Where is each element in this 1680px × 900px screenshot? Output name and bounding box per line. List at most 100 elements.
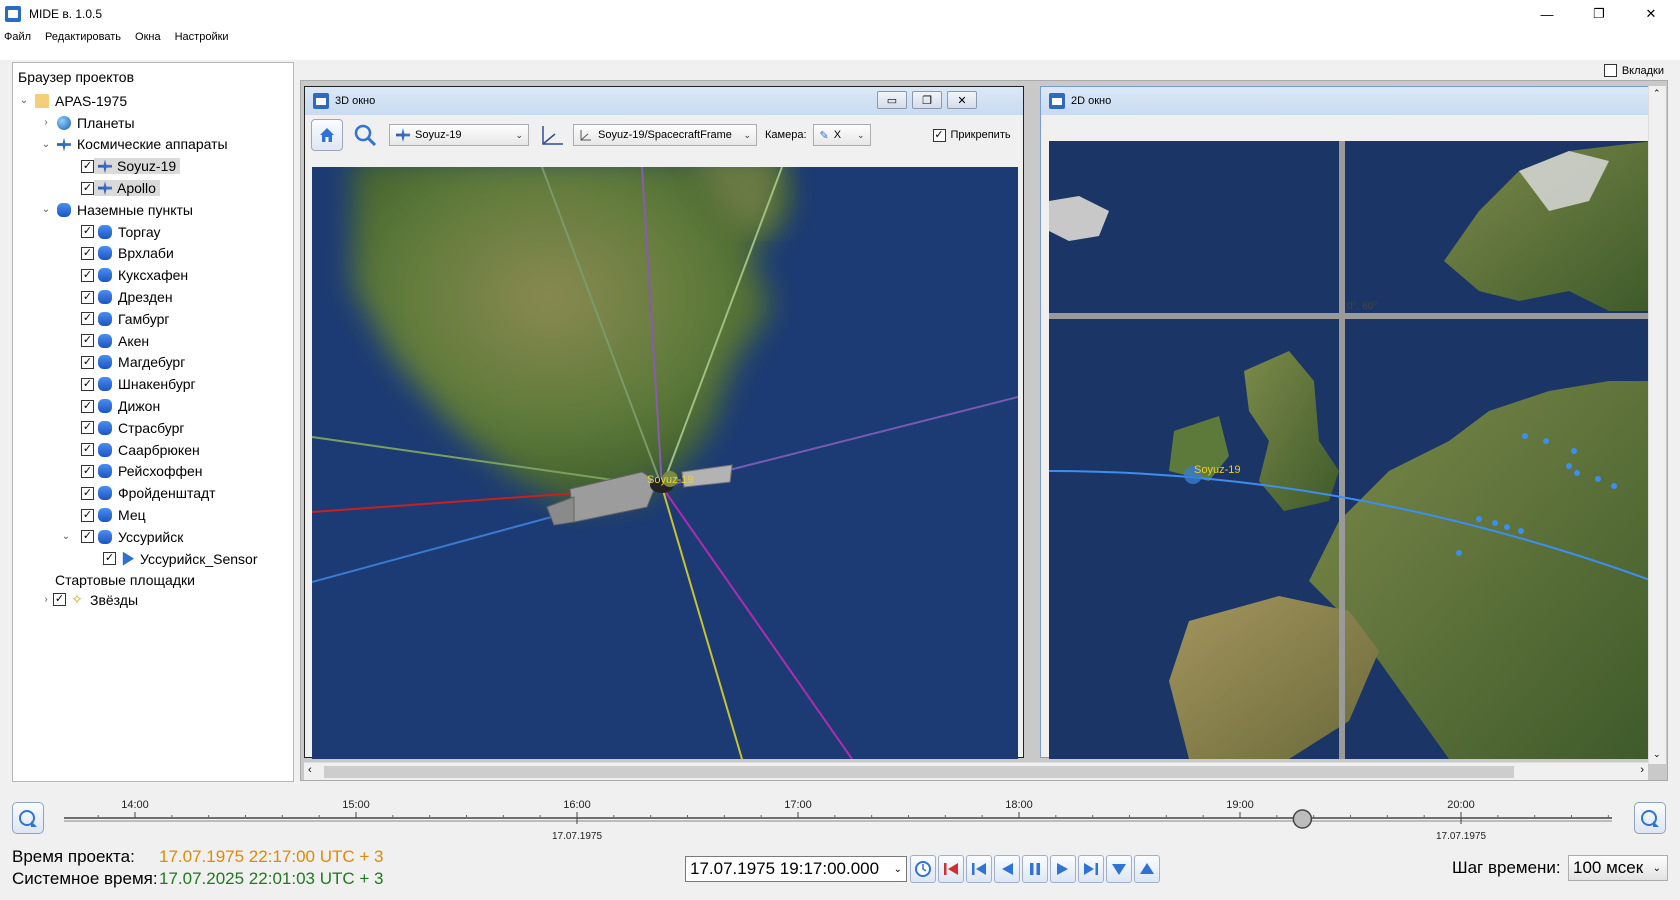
- scroll-up-icon[interactable]: ⌃: [1653, 88, 1661, 99]
- time-step-select[interactable]: 100 мсек ⌄: [1568, 855, 1668, 881]
- datetime-input[interactable]: 17.07.1975 19:17:00.000 ⌄: [685, 856, 907, 882]
- axes-icon[interactable]: [539, 122, 565, 148]
- object-combo[interactable]: Soyuz-19 ⌄: [389, 124, 529, 146]
- timeline[interactable]: 14:00 15:00 16:00 17:00 18:00 19:00 20:00 17.07…: [0, 790, 1680, 850]
- expand-arrow-icon[interactable]: ⌄: [59, 531, 73, 542]
- tree-label: Дрезден: [118, 289, 173, 306]
- expand-arrow-icon[interactable]: ⌄: [17, 95, 31, 106]
- tree-item-ground-station[interactable]: ✓ Гамбург: [13, 308, 293, 330]
- ground-station-checkbox[interactable]: ✓: [81, 246, 94, 260]
- attach-checkbox[interactable]: ✓: [932, 128, 946, 142]
- window-3d-close-button[interactable]: ✕: [947, 91, 977, 109]
- tree-item-stars[interactable]: › ✓ ✧ Звёзды: [13, 590, 293, 610]
- step-back-button[interactable]: [966, 855, 992, 883]
- spacecraft-entry[interactable]: Apollo: [94, 180, 160, 197]
- frame-combo[interactable]: Soyuz-19/SpacecraftFrame ⌄: [573, 124, 757, 146]
- go-to-start-button[interactable]: [938, 855, 964, 883]
- scroll-down-icon[interactable]: ⌄: [1653, 749, 1661, 760]
- play-backward-button[interactable]: [994, 855, 1020, 883]
- ground-station-checkbox[interactable]: ✓: [81, 508, 94, 522]
- spacecraft-checkbox[interactable]: ✓: [81, 181, 94, 195]
- step-forward-button[interactable]: [1078, 855, 1104, 883]
- tree-item-ground-station[interactable]: ✓ Куксхафен: [13, 264, 293, 286]
- tree-item-ground-station[interactable]: ✓ Дижон: [13, 395, 293, 417]
- window-3d-minimize-button[interactable]: ▭: [877, 91, 907, 109]
- scroll-right-icon[interactable]: ›: [1640, 764, 1644, 776]
- folder-icon: [35, 93, 49, 108]
- tree-item-ground-station[interactable]: ⌄ ✓ Уссурийск: [13, 526, 293, 548]
- ground-station-checkbox[interactable]: ✓: [81, 464, 94, 478]
- speed-up-button[interactable]: [1134, 855, 1160, 883]
- camera-combo[interactable]: ✎ X ⌄: [812, 124, 871, 146]
- ground-station-checkbox[interactable]: ✓: [81, 225, 94, 239]
- expand-arrow-icon[interactable]: ⌄: [39, 204, 53, 215]
- time-step-label: Шаг времени:: [1452, 858, 1561, 877]
- tree-item-planets[interactable]: › Планеты: [13, 112, 293, 134]
- window-2d-titlebar[interactable]: 2D окно: [1041, 87, 1659, 115]
- ground-station-checkbox[interactable]: ✓: [81, 334, 94, 348]
- ground-station-checkbox[interactable]: ✓: [81, 290, 94, 304]
- window-3d-maximize-button[interactable]: ❐: [912, 91, 942, 109]
- menu-windows[interactable]: Окна: [135, 31, 161, 43]
- ground-station-checkbox[interactable]: ✓: [81, 312, 94, 326]
- menu-file[interactable]: Файл: [4, 31, 31, 43]
- home-button[interactable]: [311, 119, 343, 151]
- tree-item-ground-station[interactable]: ✓ Врхлаби: [13, 243, 293, 265]
- tree-item-ground-station[interactable]: ✓ Магдебург: [13, 352, 293, 374]
- timeline-cursor[interactable]: [1292, 809, 1313, 829]
- tree-item-project[interactable]: ⌄ APAS-1975: [13, 90, 293, 112]
- vertical-scrollbar[interactable]: ⌃ ⌄: [1648, 86, 1666, 764]
- tree-item-ground-group[interactable]: ⌄ Наземные пункты: [13, 199, 293, 221]
- ground-station-checkbox[interactable]: ✓: [81, 355, 94, 369]
- tree-item-ground-station[interactable]: ✓ Рейсхоффен: [13, 461, 293, 483]
- tree-item-spacecraft-group[interactable]: ⌄ Космические аппараты: [13, 134, 293, 156]
- horizontal-scrollbar[interactable]: ‹ ›: [304, 762, 1648, 780]
- go-to-start-icon: [944, 863, 958, 875]
- zoom-button[interactable]: [349, 119, 381, 151]
- window-3d-titlebar[interactable]: 3D окно ▭ ❐ ✕: [305, 87, 1023, 115]
- spacecraft-checkbox[interactable]: ✓: [81, 159, 94, 173]
- menu-edit[interactable]: Редактировать: [45, 31, 121, 43]
- scroll-left-icon[interactable]: ‹: [308, 764, 312, 776]
- ground-station-checkbox[interactable]: ✓: [81, 486, 94, 500]
- viewport-3d[interactable]: Soyuz-19: [312, 167, 1018, 759]
- sensor-checkbox[interactable]: ✓: [103, 552, 116, 566]
- play-forward-button[interactable]: [1050, 855, 1076, 883]
- tree-item-ground-station[interactable]: ✓ Страсбург: [13, 417, 293, 439]
- tree-item-spacecraft[interactable]: ✓ Apollo: [13, 177, 293, 199]
- clock-button[interactable]: [910, 855, 936, 883]
- stars-checkbox[interactable]: ✓: [53, 593, 66, 607]
- maximize-button[interactable]: ❐: [1576, 0, 1622, 28]
- tree-item-ground-station[interactable]: ✓ Саарбрюкен: [13, 439, 293, 461]
- tree-item-ground-station[interactable]: ✓ Акен: [13, 330, 293, 352]
- ground-station-checkbox[interactable]: ✓: [81, 443, 94, 457]
- ground-station-checkbox[interactable]: ✓: [81, 377, 94, 391]
- ground-station-checkbox[interactable]: ✓: [81, 530, 94, 544]
- menu-settings[interactable]: Настройки: [175, 31, 229, 43]
- slow-down-button[interactable]: [1106, 855, 1132, 883]
- tabs-checkbox[interactable]: [1603, 64, 1617, 77]
- horizontal-scroll-thumb[interactable]: [324, 766, 1514, 778]
- tree-item-sensor[interactable]: ✓ Уссурийск_Sensor: [13, 548, 293, 570]
- tree-item-launch-pads[interactable]: Стартовые площадки: [13, 570, 293, 590]
- close-button[interactable]: ✕: [1628, 0, 1674, 28]
- tree-item-ground-station[interactable]: ✓ Шнакенбург: [13, 373, 293, 395]
- tree-item-ground-station[interactable]: ✓ Дрезден: [13, 286, 293, 308]
- expand-arrow-icon[interactable]: ⌄: [39, 139, 53, 150]
- datetime-value: 17.07.1975 19:17:00.000: [690, 859, 880, 878]
- ground-station-checkbox[interactable]: ✓: [81, 399, 94, 413]
- collapse-arrow-icon[interactable]: ›: [39, 117, 53, 128]
- viewport-2d-map[interactable]: 0°, 60° Soyuz-19: [1049, 141, 1653, 759]
- tree-item-spacecraft[interactable]: ✓ Soyuz-19: [13, 155, 293, 177]
- ground-station-checkbox[interactable]: ✓: [81, 268, 94, 282]
- attach-toggle[interactable]: ✓ Прикрепить: [932, 128, 1011, 142]
- pause-button[interactable]: [1022, 855, 1048, 883]
- spacecraft-entry[interactable]: Soyuz-19: [94, 158, 181, 175]
- collapse-arrow-icon[interactable]: ›: [39, 594, 53, 605]
- tree-item-ground-station[interactable]: ✓ Мец: [13, 504, 293, 526]
- tree-item-ground-station[interactable]: ✓ Торгау: [13, 221, 293, 243]
- minimize-button[interactable]: —: [1524, 0, 1570, 28]
- tabs-toggle[interactable]: Вкладки: [1603, 64, 1664, 77]
- ground-station-checkbox[interactable]: ✓: [81, 421, 94, 435]
- tree-item-ground-station[interactable]: ✓ Фройденштадт: [13, 482, 293, 504]
